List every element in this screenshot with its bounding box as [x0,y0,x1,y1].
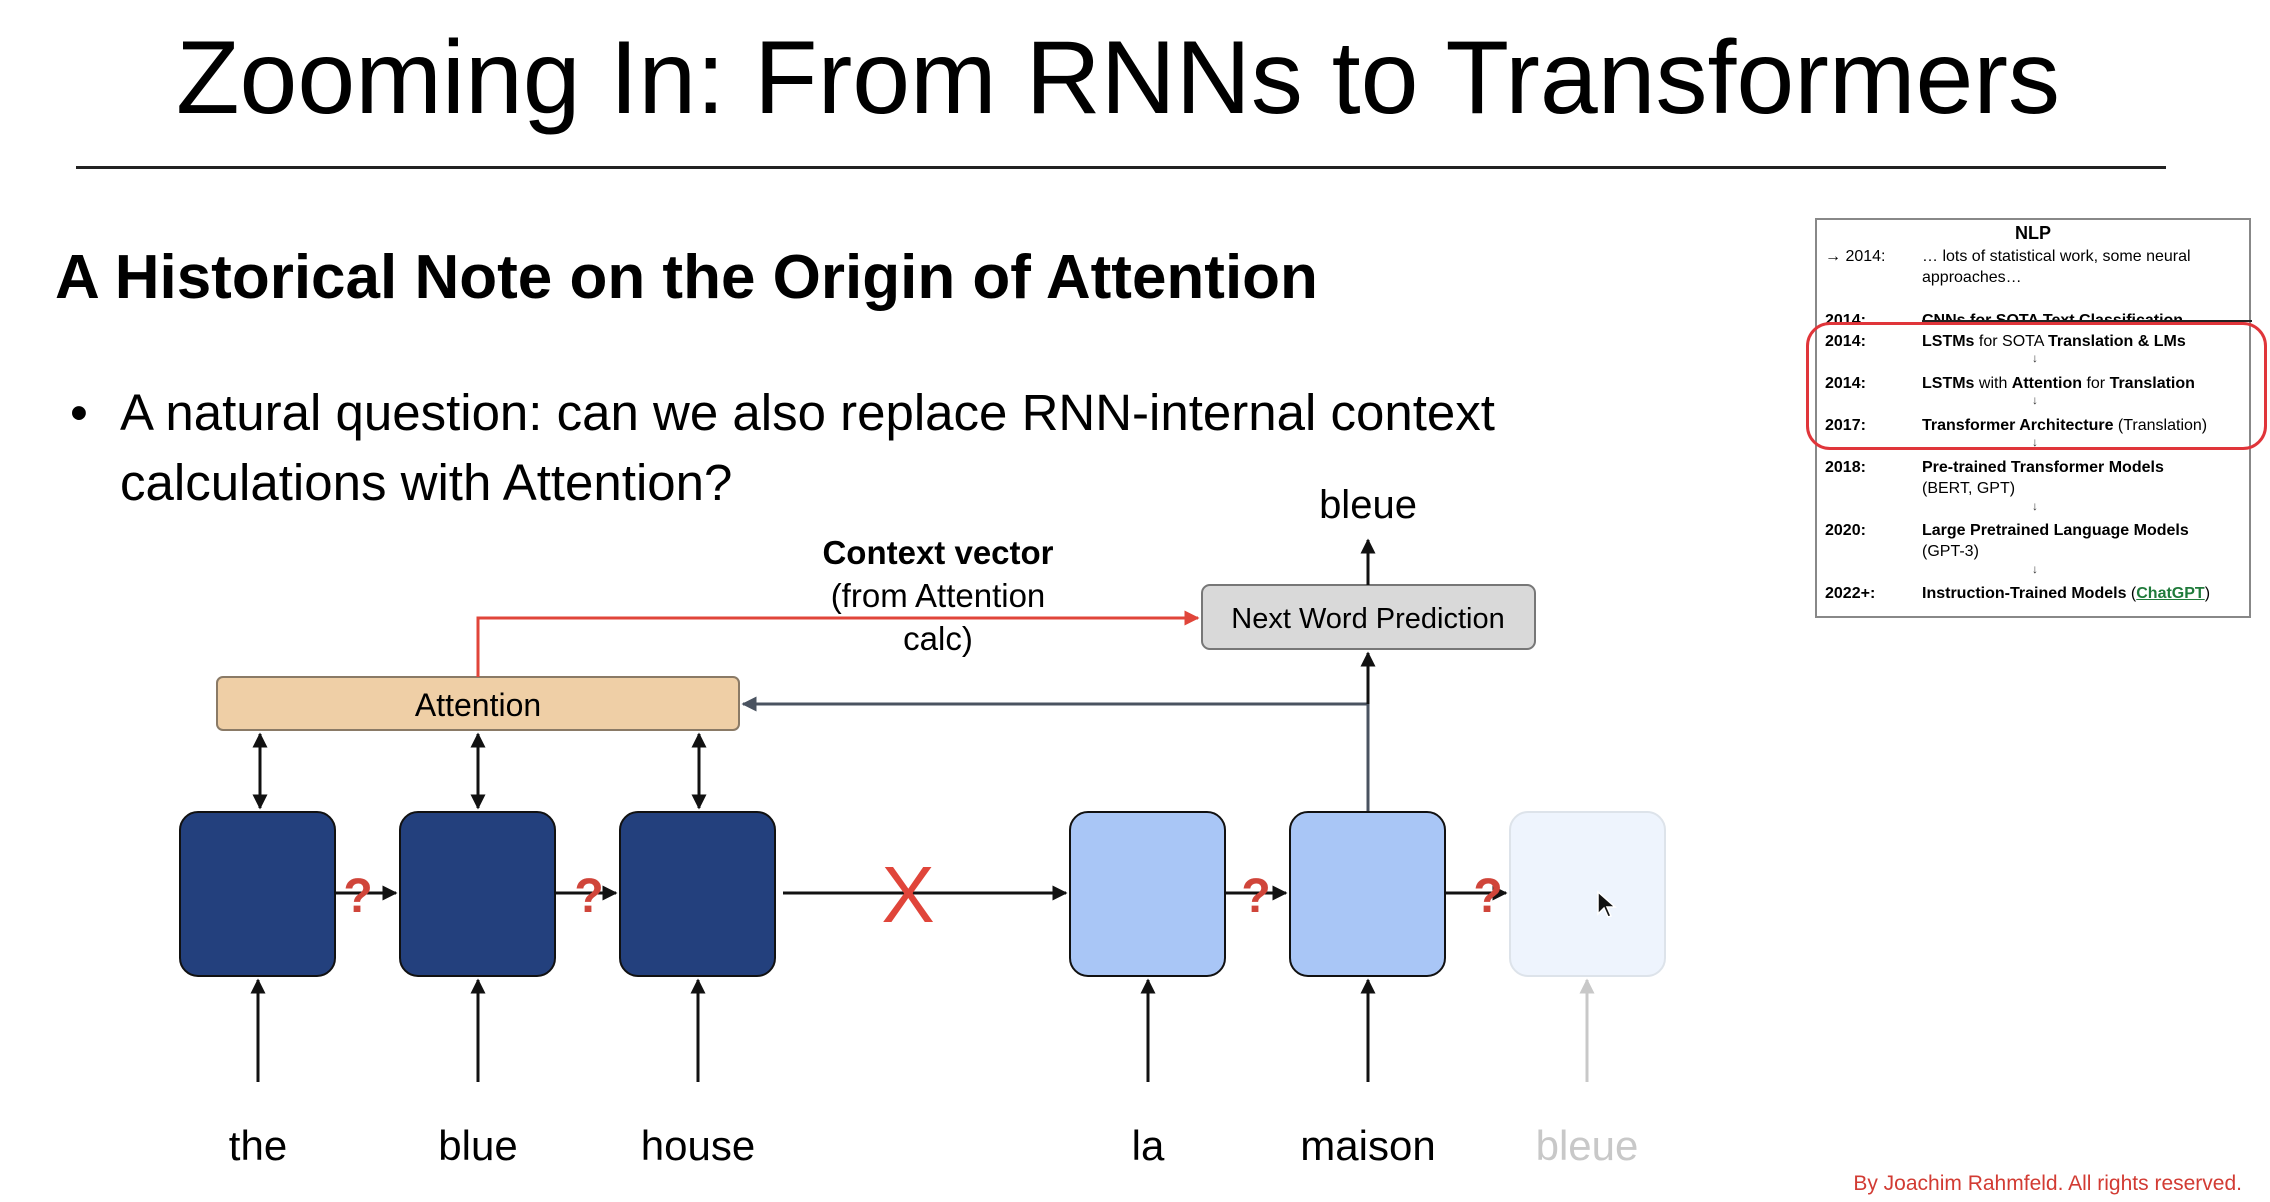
encoder-word: the [229,1122,287,1169]
decoder-cell-faded [1509,811,1666,977]
context-vector-sub2: calc) [903,620,973,657]
decoder-word: maison [1300,1122,1435,1169]
mouse-cursor-icon [1597,890,1617,918]
output-word: bleue [1319,483,1417,527]
nlp-text: Large Pretrained Language Models (GPT-3) [1922,522,2189,560]
nlp-down-arrow: ↓ [2032,562,2038,576]
nlp-year: 2022+: [1825,585,1876,602]
decoder-cell [1069,811,1226,977]
encoder-word: blue [438,1122,517,1169]
nlp-year: 2020: [1825,522,1866,539]
chatgpt-link[interactable]: ChatGPT [2136,585,2204,602]
nlp-timeline-title: NLP [2015,223,2051,243]
nlp-text: … lots of statistical work, some neural … [1922,248,2191,286]
encoder-cell [399,811,556,977]
attention-label: Attention [415,687,541,723]
nlp-down-arrow: ↓ [2032,499,2038,513]
encoder-cell [179,811,336,977]
context-vector-sub1: (from Attention [831,577,1046,614]
context-vector-title: Context vector [822,534,1053,571]
copyright-notice: By Joachim Rahmfeld. All rights reserved… [1853,1172,2242,1195]
decoder-word-faded: bleue [1536,1122,1639,1169]
context-vector-arrow [476,610,1200,677]
next-word-prediction-label: Next Word Prediction [1231,603,1504,635]
nlp-year: → 2014: [1825,248,1886,265]
encoder-cell [619,811,776,977]
question-mark: ? [574,870,603,923]
highlight-circle [1806,322,2267,450]
question-mark: ? [1241,870,1270,923]
decoder-cell [1289,811,1446,977]
question-mark: ? [1473,870,1502,923]
decoder-word: la [1132,1122,1165,1169]
nlp-text: Pre-trained Transformer Models (BERT, GPT… [1922,459,2164,497]
nlp-year: 2018: [1825,459,1866,476]
cross-mark: X [881,850,934,939]
encoder-word: house [641,1122,755,1169]
nlp-text: Instruction-Trained Models (ChatGPT) [1922,585,2211,602]
question-mark: ? [343,870,372,923]
